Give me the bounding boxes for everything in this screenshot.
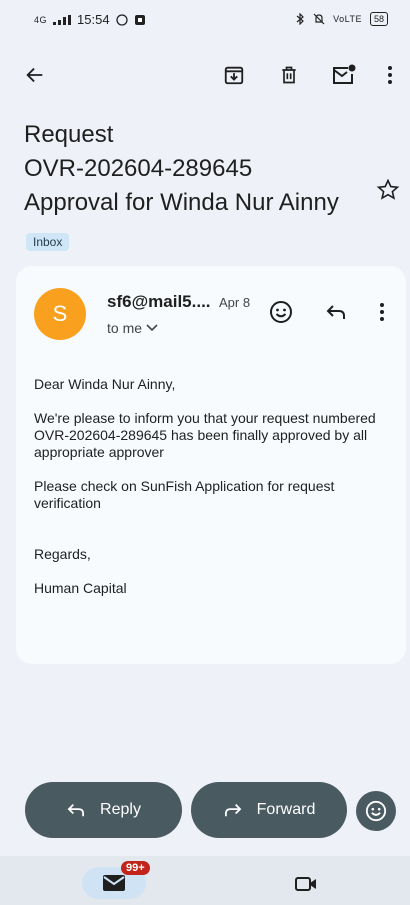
email-subject: Request OVR-202604-289645 Approval for W…	[24, 118, 364, 220]
reply-button[interactable]	[320, 296, 352, 328]
recipient-details-toggle[interactable]: to me	[107, 320, 158, 336]
status-left: 4G 15:54	[34, 12, 146, 27]
nav-tab-meet[interactable]	[291, 872, 321, 896]
archive-button[interactable]	[219, 60, 249, 90]
status-bar: 4G 15:54 VoLTE 58	[0, 0, 410, 40]
add-reaction-button[interactable]	[265, 296, 297, 328]
battery-indicator: 58	[369, 12, 388, 26]
whatsapp-icon	[115, 13, 128, 26]
signal-icon	[53, 14, 72, 25]
message-date: Apr 8	[219, 295, 251, 310]
more-vert-icon	[380, 303, 384, 321]
delete-button[interactable]	[274, 60, 304, 90]
archive-icon	[224, 66, 244, 85]
subject-line-3: Approval for Winda Nur Ainny	[24, 189, 339, 216]
body-closing: Regards,	[34, 546, 91, 562]
reply-icon	[67, 804, 85, 817]
sender-avatar[interactable]: S	[34, 288, 86, 340]
back-button[interactable]	[20, 60, 50, 90]
reply-icon	[326, 305, 345, 319]
message-card: S sf6@mail5.... Apr 8 to me Dear Winda N…	[16, 266, 406, 664]
emoji-icon	[365, 800, 387, 822]
bluetooth-icon	[296, 13, 305, 25]
recipient-label: to me	[107, 320, 143, 336]
unread-count-badge: 99+	[121, 861, 150, 875]
reply-pill-button[interactable]: Reply	[25, 782, 182, 838]
clock: 15:54	[77, 12, 110, 27]
notification-icon	[134, 14, 145, 25]
message-body: Dear Winda Nur Ainny, We're please to in…	[34, 376, 384, 614]
mail-icon	[103, 875, 125, 891]
forward-label: Forward	[256, 801, 316, 818]
mark-unread-icon	[333, 64, 356, 84]
video-camera-icon	[295, 877, 316, 891]
message-more-button[interactable]	[372, 296, 392, 328]
body-paragraph: We're please to inform you that your req…	[34, 410, 376, 460]
volte-label: VoLTE	[333, 14, 362, 24]
emoji-icon	[270, 301, 292, 323]
subject-line-2: OVR-202604-289645	[24, 155, 253, 182]
body-greeting: Dear Winda Nur Ainny,	[34, 376, 176, 392]
mute-icon	[313, 13, 325, 25]
react-emoji-button[interactable]	[356, 791, 396, 831]
forward-icon	[224, 804, 242, 817]
network-type: 4G	[34, 14, 48, 25]
forward-pill-button[interactable]: Forward	[191, 782, 347, 838]
star-icon	[376, 178, 400, 200]
inbox-label-chip[interactable]: Inbox	[26, 233, 70, 251]
arrow-back-icon	[26, 67, 43, 83]
mark-unread-button[interactable]	[327, 60, 361, 90]
chevron-down-icon	[146, 324, 158, 332]
reply-label: Reply	[100, 801, 141, 818]
more-options-button[interactable]	[378, 60, 402, 90]
top-app-bar	[0, 54, 410, 94]
more-vert-icon	[388, 66, 392, 84]
subject-line-1: Request	[24, 121, 114, 148]
status-right: VoLTE 58	[296, 12, 388, 26]
bottom-navigation	[0, 856, 410, 905]
sender-name: sf6@mail5....	[107, 292, 211, 311]
trash-icon	[282, 66, 296, 84]
body-paragraph: Please check on SunFish Application for …	[34, 478, 335, 511]
body-signature: Human Capital	[34, 580, 127, 596]
star-button[interactable]	[372, 174, 404, 206]
